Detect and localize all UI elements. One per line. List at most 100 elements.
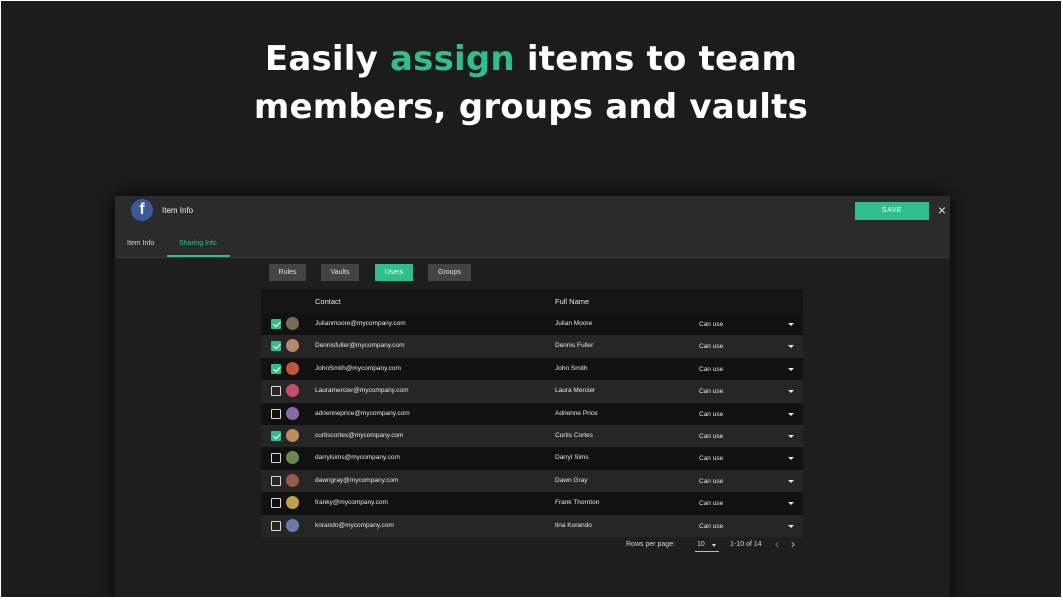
contact-email: adrienneprice@mycompany.com [315,410,410,417]
table-row[interactable]: darrylsims@mycompany.com Darryl Sims Can u… [261,447,803,469]
full-name: Curtis Cortes [555,432,593,439]
contact-email: Dennisfuller@mycompany.com [315,342,405,349]
contact-email: Julianmoore@mycompany.com [315,320,406,327]
contact-email: korando@mycompany.com [315,522,394,529]
hero-text-after: items to team [515,39,797,79]
close-icon[interactable]: × [935,201,949,219]
table-row[interactable]: korando@mycompany.com tina Korando Can use [261,515,803,537]
avatar [286,496,299,509]
contact-email: dawngray@mycompany.com [315,477,398,484]
table-row[interactable]: franky@mycompany.com Frank Thornton Can us… [261,492,803,514]
chevron-down-icon[interactable] [788,413,794,416]
hero-text-before: Easily [265,39,390,79]
contact-email: Lauramercier@mycompany.com [315,387,409,394]
facebook-logo-icon: f [131,199,153,221]
save-button[interactable]: SAVE [855,202,929,220]
column-header-contact[interactable]: Contact [315,297,341,306]
table-row[interactable]: Julianmoore@mycompany.com Julian Moore Can… [261,313,803,335]
permission-select[interactable]: Can use [699,321,723,328]
screenshot-frame: Easily assign items to team members, gro… [1,1,1061,597]
permission-select[interactable]: Can use [699,366,723,373]
contact-email: curtiscortes@mycompany.com [315,432,403,439]
hero-line-1: Easily assign items to team [1,35,1061,83]
table-row[interactable]: Dennisfuller@mycompany.com Dennis Fuller C… [261,335,803,357]
panel-title: Item Info [162,206,193,215]
hero-accent-word: assign [390,39,515,79]
chevron-down-icon[interactable] [788,480,794,483]
permission-select[interactable]: Can use [699,455,723,462]
row-checkbox[interactable] [271,476,281,486]
full-name: Frank Thornton [555,499,599,506]
avatar [286,384,299,397]
chevron-down-icon[interactable] [788,457,794,460]
tab-sharing-info[interactable]: Sharing Info [179,240,217,247]
avatar [286,339,299,352]
chevron-down-icon[interactable] [788,390,794,393]
avatar [286,362,299,375]
column-header-full-name[interactable]: Full Name [555,297,589,306]
filter-users-button[interactable]: Users [375,264,413,281]
avatar [286,474,299,487]
row-checkbox[interactable] [271,453,281,463]
active-tab-indicator [167,255,230,257]
filter-rules-button[interactable]: Rules [269,264,306,281]
permission-select[interactable]: Can use [699,500,723,507]
avatar [286,519,299,532]
chevron-down-icon[interactable] [788,525,794,528]
avatar [286,317,299,330]
row-checkbox[interactable] [271,521,281,531]
full-name: tina Korando [555,522,592,529]
users-table: Contact Full Name Julianmoore@mycompany.… [261,289,803,537]
chevron-down-icon[interactable] [788,502,794,505]
permission-select[interactable]: Can use [699,433,723,440]
permission-select[interactable]: Can use [699,478,723,485]
table-row[interactable]: adrienneprice@mycompany.comAdrienne Pric… [261,403,803,425]
contact-email: darrylsims@mycompany.com [315,454,400,461]
chevron-down-icon[interactable] [788,323,794,326]
table-row[interactable]: JohnSmith@mycompany.comJohn SmithCan use [261,358,803,380]
row-checkbox[interactable] [271,364,281,374]
next-page-icon[interactable]: › [791,537,795,551]
row-checkbox[interactable] [271,409,281,419]
chevron-down-icon[interactable] [788,345,794,348]
row-checkbox[interactable] [271,431,281,441]
avatar [286,407,299,420]
avatar [286,451,299,464]
contact-email: franky@mycompany.com [315,499,388,506]
row-checkbox[interactable] [271,341,281,351]
permission-select[interactable]: Can use [699,411,723,418]
row-checkbox[interactable] [271,319,281,329]
table-body: Julianmoore@mycompany.com Julian Moore Can… [261,313,803,537]
permission-select[interactable]: Can use [699,523,723,530]
rows-per-page-value: 10 [697,541,705,548]
chevron-down-icon[interactable] [788,435,794,438]
row-checkbox[interactable] [271,498,281,508]
table-row[interactable]: Lauramercier@mycompany.com Laura Mercier C… [261,380,803,402]
full-name: Darryl Sims [555,454,589,461]
rows-per-page-select[interactable]: 10 [695,539,719,552]
chevron-down-icon[interactable] [788,368,794,371]
pagination-bar: Rows per page: 10 1-10 of 14 ‹ › [261,538,803,554]
tab-item-info[interactable]: Item Info [127,240,154,247]
full-name: Laura Mercier [555,387,595,394]
full-name: Dawn Gray [555,477,588,484]
full-name: John Smith [555,365,588,372]
table-row[interactable]: curtiscortes@mycompany.com Curtis Cortes C… [261,425,803,447]
hero-line-2: members, groups and vaults [1,83,1061,131]
permission-select[interactable]: Can use [699,343,723,350]
item-info-panel: f Item Info SAVE × Item Info Sharing Inf… [115,196,950,597]
table-header: Contact Full Name [261,289,803,313]
full-name: Julian Moore [555,320,592,327]
permission-select[interactable]: Can use [699,388,723,395]
table-row[interactable]: dawngray@mycompany.com Dawn Gray Can use [261,470,803,492]
filter-groups-button[interactable]: Groups [428,264,471,281]
hero-headline: Easily assign items to team members, gro… [1,35,1061,131]
full-name: Dennis Fuller [555,342,593,349]
row-checkbox[interactable] [271,386,281,396]
rows-per-page-label: Rows per page: [626,541,675,548]
filter-vaults-button[interactable]: Vaults [321,264,359,281]
chevron-down-icon [712,544,716,547]
previous-page-icon[interactable]: ‹ [775,537,779,551]
panel-header: f Item Info SAVE × Item Info Sharing Inf… [115,196,950,258]
avatar [286,429,299,442]
